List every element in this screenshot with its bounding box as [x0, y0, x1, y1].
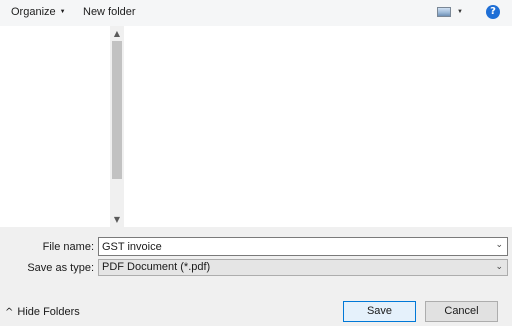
browser-area: ▲ ▼: [0, 26, 512, 227]
file-name-combobox[interactable]: ⌄: [98, 237, 508, 256]
file-name-input[interactable]: [99, 238, 479, 255]
hide-folders-label: Hide Folders: [17, 306, 80, 318]
new-folder-label: New folder: [83, 6, 136, 18]
cancel-button[interactable]: Cancel: [425, 301, 498, 322]
navigation-pane[interactable]: [0, 26, 110, 227]
organize-button[interactable]: Organize ▼: [11, 0, 66, 24]
navigation-pane-scrollbar[interactable]: ▲ ▼: [110, 26, 124, 227]
command-bar: Organize ▼ New folder ▼ ?: [0, 0, 512, 26]
caret-down-icon: ▼: [59, 9, 66, 15]
save-as-type-select[interactable]: PDF Document (*.pdf) ⌄: [98, 259, 508, 276]
save-as-type-label: Save as type:: [27, 262, 94, 274]
chevron-up-icon: ^: [5, 307, 14, 318]
change-view-icon[interactable]: [437, 7, 451, 17]
file-list[interactable]: [124, 26, 512, 227]
file-name-label: File name:: [42, 241, 94, 253]
save-form: File name: ⌄ Save as type: PDF Document …: [0, 227, 512, 326]
new-folder-button[interactable]: New folder: [83, 0, 136, 24]
scrollbar-thumb[interactable]: [112, 41, 122, 179]
organize-label: Organize: [11, 6, 56, 18]
save-button[interactable]: Save: [343, 301, 416, 322]
view-options-caret-icon[interactable]: ▼: [457, 0, 463, 24]
scroll-up-icon[interactable]: ▲: [110, 28, 124, 40]
chevron-down-icon[interactable]: ⌄: [495, 240, 503, 250]
chevron-down-icon[interactable]: ⌄: [495, 262, 503, 272]
help-icon[interactable]: ?: [486, 5, 500, 19]
save-as-type-value: PDF Document (*.pdf): [102, 261, 211, 273]
hide-folders-button[interactable]: ^ Hide Folders: [5, 306, 80, 318]
scroll-down-icon[interactable]: ▼: [110, 214, 124, 226]
